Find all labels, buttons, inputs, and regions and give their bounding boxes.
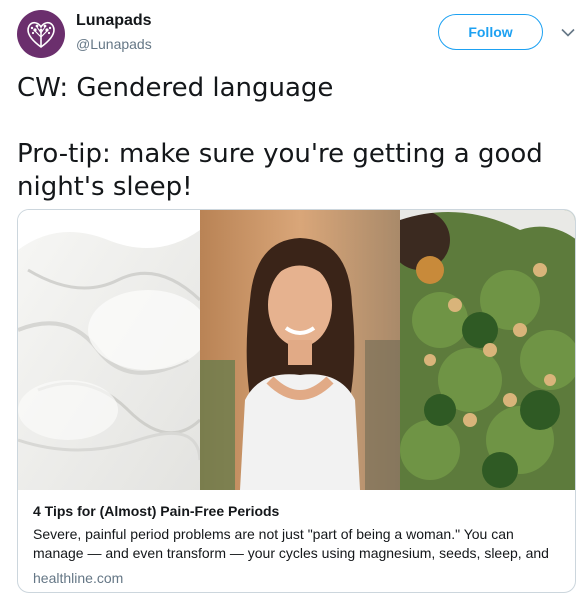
card-title[interactable]: 4 Tips for (Almost) Pain-Free Periods	[33, 503, 560, 519]
follow-button[interactable]: Follow	[438, 14, 543, 50]
chevron-down-icon[interactable]	[560, 24, 576, 40]
bedsheets-image	[18, 210, 200, 490]
card-image-collage[interactable]	[18, 210, 575, 490]
card-description-line: Severe, painful period problems are not …	[33, 526, 514, 542]
salad-image	[400, 210, 575, 490]
avatar[interactable]	[17, 10, 65, 58]
card-description-line: manage — and even transform — your cycle…	[33, 545, 549, 561]
card-domain[interactable]: healthline.com	[33, 570, 560, 586]
link-card[interactable]: 4 Tips for (Almost) Pain-Free Periods Se…	[17, 209, 576, 593]
tweet-body: Pro-tip: make sure you're getting a good…	[17, 139, 543, 202]
tweet-content-warning: CW: Gendered language	[17, 73, 334, 103]
tweet-text: CW: Gendered language Pro-tip: make sure…	[17, 72, 572, 204]
tree-heart-logo-icon	[27, 21, 55, 48]
woman-image	[200, 210, 400, 490]
display-name[interactable]: Lunapads	[76, 12, 152, 30]
card-description: Severe, painful period problems are not …	[33, 525, 560, 563]
user-handle[interactable]: @Lunapads	[76, 36, 152, 52]
card-body[interactable]: 4 Tips for (Almost) Pain-Free Periods Se…	[18, 490, 575, 586]
